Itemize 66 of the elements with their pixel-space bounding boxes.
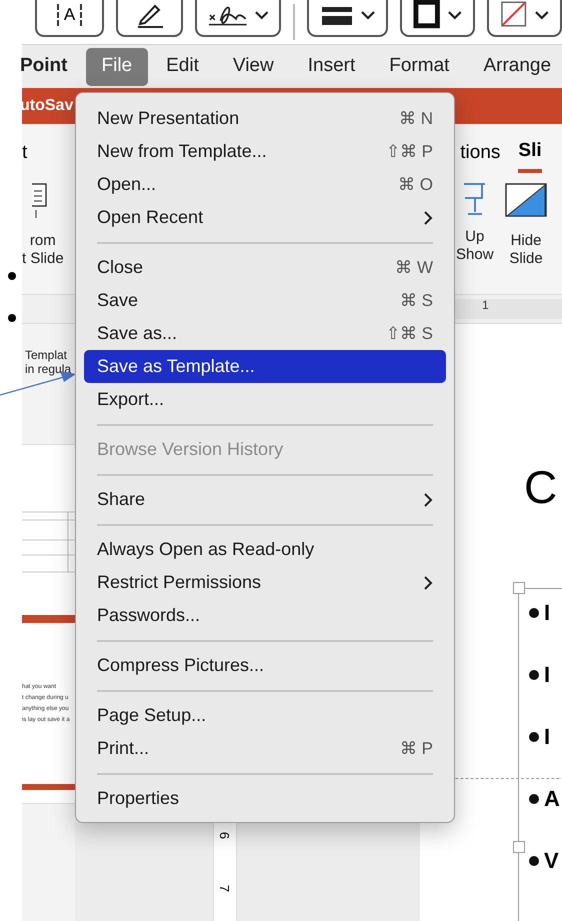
menu-bar-item[interactable]: Edit — [150, 48, 215, 86]
menu-item[interactable]: Close ⌘ W — [84, 251, 446, 284]
menu-bar-item[interactable]: Arrange — [467, 48, 562, 86]
menu-item: Browse Version History — [96, 438, 284, 461]
bullet-text: I — [544, 602, 550, 624]
ribbon-tab[interactable]: tions — [460, 133, 500, 173]
bullet-icon — [529, 670, 539, 680]
toolbar-button[interactable] — [400, 0, 475, 37]
ribbon-button[interactable]: Up Show — [456, 182, 494, 264]
bullet-text: A — [544, 788, 560, 810]
bullet-text: I — [544, 664, 550, 686]
menu-item[interactable]: Export... — [84, 383, 446, 416]
menu-item[interactable]: Page Setup... — [84, 699, 446, 732]
menu-item[interactable]: New Presentation ⌘ N — [84, 102, 446, 135]
toolbar-button[interactable]: A — [35, 0, 104, 37]
menu-item[interactable]: Save as... ⇧⌘ S — [84, 317, 446, 350]
annotation-text: Templat in regula — [25, 348, 72, 376]
bullet-icon — [529, 856, 539, 866]
bullet-text: I — [544, 726, 550, 748]
menu-item[interactable]: Print... ⌘ P — [84, 732, 446, 765]
menu-item[interactable]: Share — [84, 483, 446, 516]
shortcut-label: ⌘ S — [400, 290, 433, 312]
menu-item[interactable]: Passwords... — [84, 599, 446, 632]
shortcut-label: ⇧⌘ P — [386, 140, 433, 163]
menu-item[interactable]: Open Recent — [84, 201, 446, 234]
menu-bar-item[interactable]: Format — [373, 48, 466, 86]
toolbar-button[interactable] — [307, 0, 388, 37]
app-menu[interactable]: Point — [20, 48, 84, 86]
shortcut-label: ⌘ P — [400, 738, 433, 760]
toolbar-button[interactable] — [116, 0, 184, 37]
bullet-icon — [529, 732, 539, 742]
menu-bar-item[interactable]: View — [216, 48, 290, 86]
projector-icon — [464, 182, 486, 216]
menu-item[interactable]: Always Open as Read-only — [84, 533, 446, 566]
menu-bar-item[interactable]: Insert — [292, 48, 372, 86]
shortcut-label: ⌘ W — [395, 256, 433, 279]
shortcut-label: ⌘ O — [398, 174, 433, 196]
bullet-text: V — [544, 850, 559, 872]
resize-handle[interactable] — [513, 582, 525, 594]
menu-item[interactable]: Compress Pictures... — [84, 649, 446, 682]
horizontal-ruler: 1 — [452, 299, 562, 319]
menu-item[interactable]: Properties — [84, 782, 446, 815]
hide-slide-icon — [504, 182, 548, 220]
ruler-number: 7 — [218, 884, 232, 892]
border-icon — [412, 0, 442, 30]
shortcut-label: ⇧⌘ S — [386, 322, 433, 345]
menu-bar-item[interactable]: File — [86, 48, 148, 86]
no-color-icon — [499, 0, 528, 30]
menu-item[interactable]: Save as Template... — [84, 350, 446, 383]
ribbon-tab[interactable]: Sli — [518, 133, 542, 173]
menu-item[interactable]: Restrict Permissions — [84, 566, 446, 599]
autosave-label: utoSav — [20, 96, 74, 116]
resize-handle[interactable] — [513, 841, 525, 853]
ruler-number: 6 — [218, 832, 232, 840]
menu-item[interactable]: Save ⌘ S — [84, 284, 446, 317]
toolbar-button[interactable] — [195, 0, 282, 37]
ribbon-button[interactable]: Hide Slide — [504, 182, 548, 268]
bullet-icon — [529, 608, 539, 618]
toolbar-button[interactable] — [487, 0, 562, 37]
menu-item[interactable]: Open... ⌘ O — [84, 168, 446, 201]
ribbon-tab[interactable]: t — [22, 133, 28, 173]
shortcut-label: ⌘ N — [399, 108, 433, 130]
menu-item[interactable]: New from Template... ⇧⌘ P — [84, 135, 446, 168]
bullet-icon — [529, 794, 539, 804]
ribbon-button[interactable]: rom t Slide — [22, 182, 64, 268]
slide-title: C — [524, 464, 558, 510]
